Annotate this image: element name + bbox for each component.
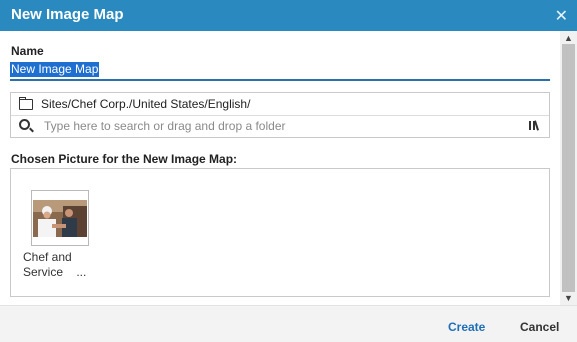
picture-caption-line1: Chef and xyxy=(23,250,72,264)
picture-thumbnail[interactable] xyxy=(31,190,89,246)
cancel-button[interactable]: Cancel xyxy=(520,320,559,334)
picture-caption: Chef and Service ... xyxy=(23,250,107,280)
library-browse-icon[interactable] xyxy=(527,119,541,131)
folder-icon xyxy=(19,97,33,110)
folder-path-row[interactable]: Sites/Chef Corp./United States/English/ xyxy=(11,93,549,116)
dialog-content: Name New Image Map Sites/Chef Corp./Unit… xyxy=(0,31,560,305)
dialog-footer: Create Cancel xyxy=(0,305,577,342)
folder-search-input[interactable] xyxy=(44,118,504,134)
content-scrollbar[interactable]: ▲ ▼ xyxy=(560,31,577,305)
picture-caption-line2: Service ... xyxy=(23,265,87,279)
name-selected-text: New Image Map xyxy=(10,62,100,77)
folder-path: Sites/Chef Corp./United States/English/ xyxy=(41,97,251,111)
folder-search-row xyxy=(11,115,549,137)
name-label: Name xyxy=(11,44,44,58)
folder-picker: Sites/Chef Corp./United States/English/ xyxy=(10,92,550,138)
dialog-title: New Image Map xyxy=(11,6,124,23)
chosen-picture-panel: Chef and Service ... xyxy=(10,168,550,297)
chef-service-image xyxy=(33,200,87,237)
chosen-picture-label: Chosen Picture for the New Image Map: xyxy=(11,152,238,166)
dialog-titlebar: New Image Map ✕ xyxy=(0,0,577,31)
scroll-down-icon[interactable]: ▼ xyxy=(564,293,573,303)
scroll-up-icon[interactable]: ▲ xyxy=(564,33,573,43)
close-icon[interactable]: ✕ xyxy=(555,6,568,26)
new-image-map-dialog: New Image Map ✕ Name New Image Map Sites… xyxy=(0,0,577,342)
search-icon xyxy=(19,119,30,130)
create-button[interactable]: Create xyxy=(448,320,485,334)
scrollbar-thumb[interactable] xyxy=(562,44,575,292)
